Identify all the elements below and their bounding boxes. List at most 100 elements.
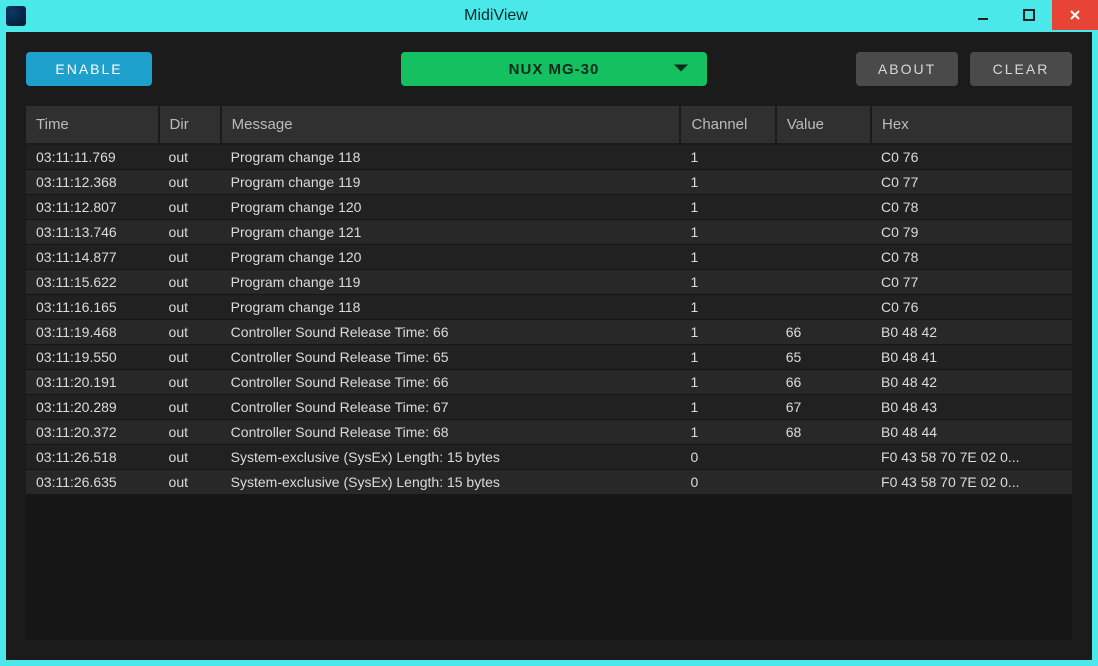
cell-dir: out <box>159 420 221 445</box>
cell-dir: out <box>159 470 221 495</box>
cell-time: 03:11:20.372 <box>26 420 159 445</box>
cell-time: 03:11:19.468 <box>26 320 159 345</box>
about-button[interactable]: ABOUT <box>856 52 958 86</box>
cell-time: 03:11:20.191 <box>26 370 159 395</box>
cell-message: Program change 120 <box>221 195 681 220</box>
cell-time: 03:11:19.550 <box>26 345 159 370</box>
cell-time: 03:11:12.368 <box>26 170 159 195</box>
table-row[interactable]: 03:11:19.550outController Sound Release … <box>26 345 1072 370</box>
cell-channel: 1 <box>680 170 775 195</box>
cell-channel: 1 <box>680 320 775 345</box>
cell-hex: B0 48 44 <box>871 420 1072 445</box>
cell-hex: C0 76 <box>871 144 1072 170</box>
cell-value <box>776 144 871 170</box>
col-dir[interactable]: Dir <box>159 106 221 144</box>
cell-time: 03:11:16.165 <box>26 295 159 320</box>
cell-value: 66 <box>776 370 871 395</box>
col-message[interactable]: Message <box>221 106 681 144</box>
cell-value <box>776 445 871 470</box>
cell-dir: out <box>159 370 221 395</box>
col-channel[interactable]: Channel <box>680 106 775 144</box>
close-button[interactable] <box>1052 0 1098 30</box>
table-row[interactable]: 03:11:12.368outProgram change 1191C0 77 <box>26 170 1072 195</box>
cell-hex: B0 48 42 <box>871 320 1072 345</box>
table-row[interactable]: 03:11:20.191outController Sound Release … <box>26 370 1072 395</box>
cell-hex: C0 77 <box>871 270 1072 295</box>
cell-time: 03:11:26.518 <box>26 445 159 470</box>
cell-value <box>776 470 871 495</box>
maximize-icon <box>1023 9 1035 21</box>
cell-channel: 1 <box>680 420 775 445</box>
cell-time: 03:11:13.746 <box>26 220 159 245</box>
table-header-row: Time Dir Message Channel Value Hex <box>26 106 1072 144</box>
col-time[interactable]: Time <box>26 106 159 144</box>
cell-hex: B0 48 41 <box>871 345 1072 370</box>
col-value[interactable]: Value <box>776 106 871 144</box>
cell-time: 03:11:15.622 <box>26 270 159 295</box>
table-row[interactable]: 03:11:13.746outProgram change 1211C0 79 <box>26 220 1072 245</box>
close-icon <box>1069 9 1081 21</box>
app-body: ENABLE NUX MG-30 ABOUT CLEAR Time <box>6 32 1092 660</box>
cell-message: Controller Sound Release Time: 65 <box>221 345 681 370</box>
cell-message: System-exclusive (SysEx) Length: 15 byte… <box>221 470 681 495</box>
maximize-button[interactable] <box>1006 0 1052 30</box>
cell-hex: F0 43 58 70 7E 02 0... <box>871 470 1072 495</box>
cell-time: 03:11:11.769 <box>26 144 159 170</box>
cell-value <box>776 220 871 245</box>
table-row[interactable]: 03:11:19.468outController Sound Release … <box>26 320 1072 345</box>
table-row[interactable]: 03:11:16.165outProgram change 1181C0 76 <box>26 295 1072 320</box>
cell-channel: 0 <box>680 445 775 470</box>
cell-hex: B0 48 42 <box>871 370 1072 395</box>
cell-channel: 1 <box>680 370 775 395</box>
cell-message: Program change 118 <box>221 295 681 320</box>
chevron-down-icon <box>673 61 689 78</box>
cell-dir: out <box>159 195 221 220</box>
cell-message: Program change 120 <box>221 245 681 270</box>
device-select[interactable]: NUX MG-30 <box>401 52 707 86</box>
enable-button[interactable]: ENABLE <box>26 52 152 86</box>
cell-channel: 0 <box>680 470 775 495</box>
cell-dir: out <box>159 270 221 295</box>
cell-channel: 1 <box>680 395 775 420</box>
window-controls <box>960 0 1098 32</box>
cell-value <box>776 245 871 270</box>
table-row[interactable]: 03:11:20.289outController Sound Release … <box>26 395 1072 420</box>
app-icon-slot <box>0 0 32 32</box>
toolbar: ENABLE NUX MG-30 ABOUT CLEAR <box>26 52 1072 86</box>
minimize-button[interactable] <box>960 0 1006 30</box>
cell-dir: out <box>159 320 221 345</box>
cell-message: Program change 121 <box>221 220 681 245</box>
table-row[interactable]: 03:11:26.518outSystem-exclusive (SysEx) … <box>26 445 1072 470</box>
cell-value: 67 <box>776 395 871 420</box>
cell-message: Program change 118 <box>221 144 681 170</box>
cell-channel: 1 <box>680 270 775 295</box>
cell-value <box>776 270 871 295</box>
table-row[interactable]: 03:11:11.769outProgram change 1181 C0 76 <box>26 144 1072 170</box>
cell-message: Controller Sound Release Time: 66 <box>221 370 681 395</box>
cell-dir: out <box>159 220 221 245</box>
table-row[interactable]: 03:11:20.372outController Sound Release … <box>26 420 1072 445</box>
cell-hex: C0 78 <box>871 245 1072 270</box>
table-row[interactable]: 03:11:15.622outProgram change 1191 C0 77 <box>26 270 1072 295</box>
cell-value <box>776 195 871 220</box>
cell-dir: out <box>159 445 221 470</box>
cell-message: Program change 119 <box>221 270 681 295</box>
cell-time: 03:11:20.289 <box>26 395 159 420</box>
clear-button[interactable]: CLEAR <box>970 52 1072 86</box>
window-titlebar: MidiView <box>0 0 1098 32</box>
cell-channel: 1 <box>680 195 775 220</box>
cell-value: 66 <box>776 320 871 345</box>
window-title: MidiView <box>32 0 960 32</box>
cell-value <box>776 295 871 320</box>
cell-dir: out <box>159 144 221 170</box>
table-row[interactable]: 03:11:12.807outProgram change 1201C0 78 <box>26 195 1072 220</box>
minimize-icon <box>977 9 989 21</box>
cell-time: 03:11:26.635 <box>26 470 159 495</box>
col-hex[interactable]: Hex <box>871 106 1072 144</box>
cell-time: 03:11:12.807 <box>26 195 159 220</box>
table-row[interactable]: 03:11:14.877outProgram change 1201C0 78 <box>26 245 1072 270</box>
table-row[interactable]: 03:11:26.635outSystem-exclusive (SysEx) … <box>26 470 1072 495</box>
cell-time: 03:11:14.877 <box>26 245 159 270</box>
cell-channel: 1 <box>680 144 775 170</box>
cell-dir: out <box>159 170 221 195</box>
